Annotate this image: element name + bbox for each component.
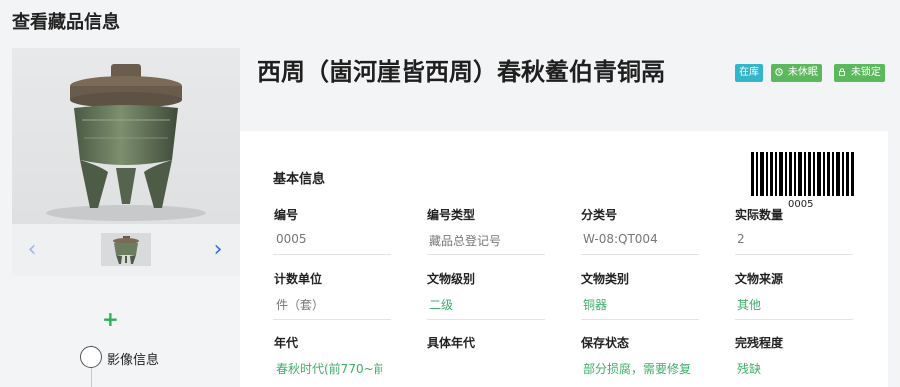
status-badge-label: 未锁定 [850,67,881,78]
field-value-quantity: 2 [737,232,745,246]
field-label: 实际数量 [735,208,784,222]
field-divider [273,254,391,255]
bronze-vessel-thumbnail [113,236,139,264]
field-label: 编号 [274,208,299,222]
field-divider [735,319,853,320]
field-label: 完残程度 [735,336,784,350]
clock-icon [775,68,786,78]
prev-image-arrow-icon[interactable]: ‹ [22,236,42,264]
lock-icon [838,68,849,78]
next-image-arrow-icon[interactable]: › [208,236,228,264]
field-value-number: 0005 [276,232,307,246]
add-image-icon[interactable]: + [102,309,119,329]
field-value-source: 其他 [737,298,762,312]
status-badge-not-dormant: 未休眠 [771,64,822,82]
field-value-unit: 件（套） [276,298,325,312]
field-divider [581,319,699,320]
field-label: 分类号 [581,208,618,222]
field-label: 保存状态 [581,336,630,350]
field-divider [273,319,391,320]
relic-title: 西周（崮河崖皆西周）春秋鲝伯青铜鬲 [257,58,665,86]
image-thumbnail[interactable] [101,233,151,266]
status-badge-label: 在库 [739,67,759,78]
field-divider [427,254,545,255]
field-divider [427,319,545,320]
field-label: 年代 [274,336,299,350]
field-label: 文物来源 [735,272,784,286]
bronze-vessel-image [46,64,206,221]
field-value-category: 铜器 [583,298,608,312]
status-badge-unlocked: 未锁定 [834,64,885,82]
status-badge-label: 未休眠 [787,67,818,78]
field-label: 具体年代 [427,336,476,350]
field-label: 文物类别 [581,272,630,286]
field-label: 计数单位 [274,272,323,286]
barcode-number: 0005 [788,199,814,210]
field-value-preservation: 部分损腐，需要修复 [583,362,692,376]
field-value-era: 春秋时代(前770~前 [276,362,382,376]
field-label: 文物级别 [427,272,476,286]
barcode-image [751,152,854,196]
field-value-number-type: 藏品总登记号 [429,234,502,248]
field-value-integrity: 残缺 [737,362,762,376]
field-value-grade: 二级 [429,298,454,312]
status-badge-in-stock: 在库 [735,64,763,82]
field-label: 编号类型 [427,208,476,222]
field-value-classification: W-08:QT004 [583,232,658,246]
main-photo[interactable] [12,48,240,224]
timeline-label-image-info[interactable]: 影像信息 [107,349,159,368]
timeline-node[interactable] [80,346,102,368]
field-divider [581,254,699,255]
field-divider [735,254,853,255]
page-title: 查看藏品信息 [12,12,120,33]
section-title-basic-info: 基本信息 [273,172,326,187]
